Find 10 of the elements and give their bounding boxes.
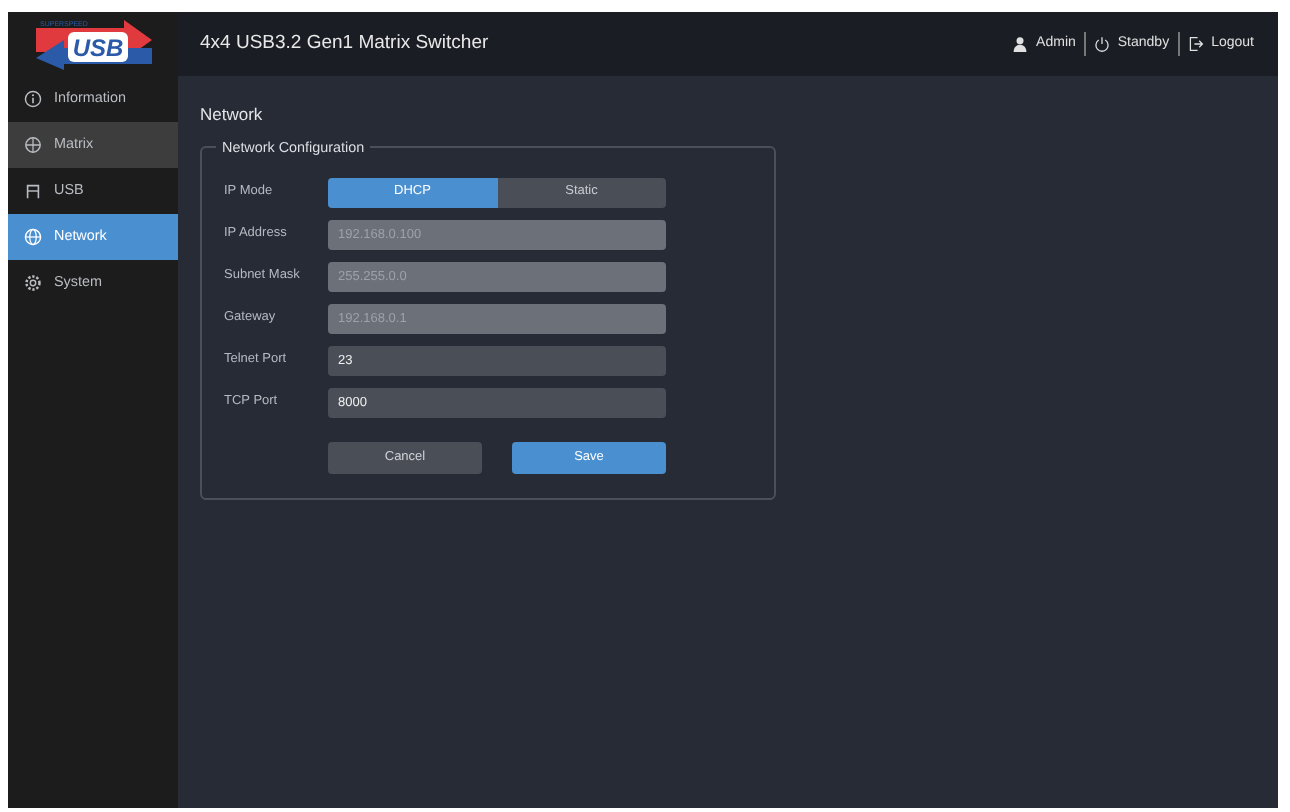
globe-icon (24, 228, 42, 246)
grid-icon (24, 136, 42, 154)
info-icon (24, 90, 42, 108)
user-icon (1012, 36, 1029, 52)
logout-icon (1187, 36, 1204, 52)
usb-port-icon (24, 182, 42, 200)
page-title: Network (200, 102, 265, 128)
gear-icon (24, 274, 42, 292)
app-title: 4x4 USB3.2 Gen1 Matrix Switcher (200, 29, 489, 58)
power-icon (1093, 36, 1110, 52)
